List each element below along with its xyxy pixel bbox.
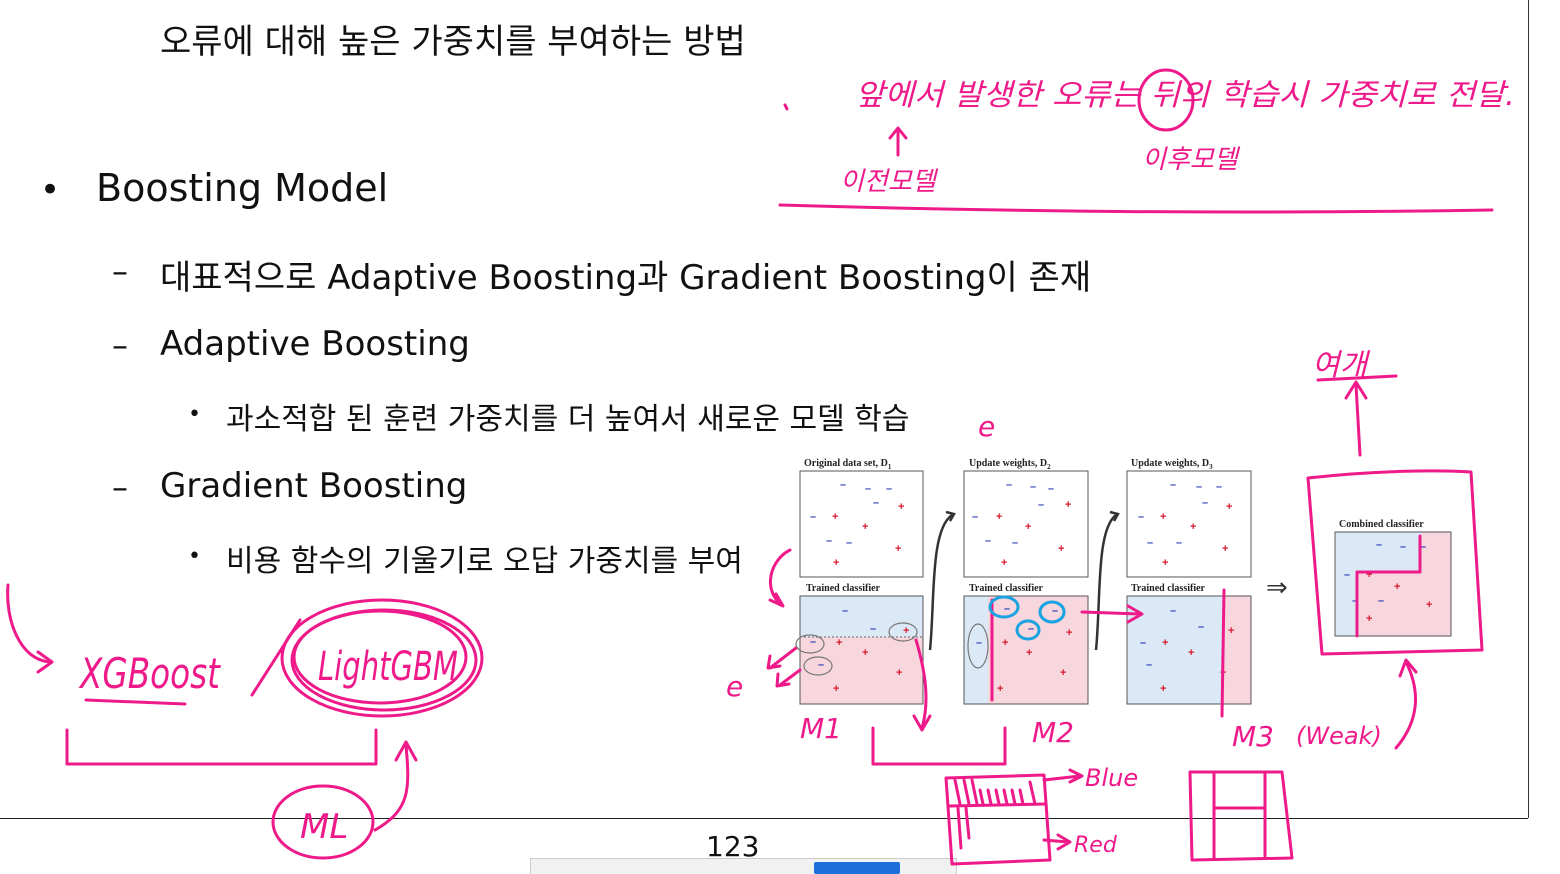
plus-marker: + bbox=[1366, 613, 1372, 625]
panel-arrow-1 bbox=[928, 513, 953, 651]
plus-marker: + bbox=[1228, 625, 1234, 637]
plus-marker: + bbox=[1066, 627, 1072, 639]
panel3-data-box bbox=[1126, 470, 1252, 578]
minus-marker: – bbox=[826, 535, 832, 547]
combine-arrow: ⇒ bbox=[1266, 573, 1288, 603]
plus-marker: + bbox=[1394, 581, 1400, 593]
plus-marker: + bbox=[832, 511, 838, 523]
minus-marker: – bbox=[1170, 479, 1176, 491]
plus-marker: + bbox=[896, 667, 902, 679]
combined-label: Combined classifier bbox=[1339, 519, 1424, 530]
minus-marker: – bbox=[1198, 621, 1204, 633]
minus-marker: – bbox=[1140, 637, 1146, 649]
note-ml: ML bbox=[300, 807, 348, 847]
minus-marker: – bbox=[818, 659, 824, 671]
minus-marker: – bbox=[810, 511, 816, 523]
panel3-trained-label: Trained classifier bbox=[1131, 583, 1206, 594]
plus-marker: + bbox=[1222, 543, 1228, 555]
minus-marker: – bbox=[846, 537, 852, 549]
minus-marker: – bbox=[1196, 481, 1202, 493]
minus-marker: – bbox=[873, 497, 879, 509]
top-note-prev-model: 이전모델 bbox=[840, 167, 939, 197]
minus-marker: – bbox=[1146, 659, 1152, 671]
plus-marker: + bbox=[1426, 599, 1432, 611]
plus-marker: + bbox=[1065, 499, 1071, 511]
minus-marker: – bbox=[1176, 537, 1182, 549]
minus-marker: – bbox=[1052, 605, 1058, 617]
note-xgboost: XGBoost bbox=[78, 649, 221, 698]
plus-marker: + bbox=[1162, 637, 1168, 649]
panel1-title: Original data set, D1 bbox=[804, 458, 892, 471]
panel3-title: Update weights, D3 bbox=[1131, 458, 1213, 471]
panel3-red-region bbox=[1223, 596, 1251, 704]
minus-marker: – bbox=[1006, 479, 1012, 491]
minus-marker: – bbox=[1376, 539, 1382, 551]
minus-marker: – bbox=[1147, 537, 1153, 549]
minus-marker: – bbox=[1030, 481, 1036, 493]
minus-marker: – bbox=[1378, 595, 1384, 607]
minus-marker: – bbox=[865, 483, 871, 495]
boosting-figure: Original data set, D1 Trained classifier… bbox=[799, 458, 1452, 705]
figure-and-annotations-layer: Original data set, D1 Trained classifier… bbox=[6, 68, 1515, 866]
panel2-title: Update weights, D2 bbox=[969, 458, 1051, 471]
minus-marker: – bbox=[840, 479, 846, 491]
minus-marker: – bbox=[1216, 481, 1222, 493]
plus-marker: + bbox=[862, 647, 868, 659]
minus-marker: – bbox=[1344, 569, 1350, 581]
plus-marker: + bbox=[898, 501, 904, 513]
minus-marker: – bbox=[976, 637, 982, 649]
note-weak: (Weak) bbox=[1296, 722, 1382, 750]
panel2-trained-label: Trained classifier bbox=[969, 583, 1044, 594]
plus-marker: + bbox=[895, 543, 901, 555]
top-note-next-model: 이후모델 bbox=[1142, 145, 1241, 175]
plus-marker: + bbox=[1060, 667, 1066, 679]
plus-marker: + bbox=[996, 511, 1002, 523]
plus-marker: + bbox=[1001, 557, 1007, 569]
plus-marker: + bbox=[1188, 647, 1194, 659]
panel-arrow-2 bbox=[1094, 514, 1117, 651]
plus-marker: + bbox=[833, 557, 839, 569]
top-note: 앞에서 발생한 오류는 뒤의 학습시 가중치로 전달. bbox=[855, 78, 1515, 113]
plus-marker: + bbox=[862, 521, 868, 533]
plus-marker: + bbox=[833, 683, 839, 695]
minus-marker: – bbox=[1038, 499, 1044, 511]
plus-marker: + bbox=[1058, 543, 1064, 555]
handwritten-text: 앞에서 발생한 오류는 뒤의 학습시 가중치로 전달. 이전모델 이후모델 XG… bbox=[78, 78, 1515, 858]
plus-marker: + bbox=[1226, 501, 1232, 513]
plus-marker: + bbox=[1162, 557, 1168, 569]
note-blue: Blue bbox=[1085, 764, 1138, 792]
note-m1: M1 bbox=[800, 712, 842, 745]
note-e-top: e bbox=[978, 410, 995, 443]
minus-marker: – bbox=[886, 483, 892, 495]
plus-marker: + bbox=[1026, 647, 1032, 659]
plus-marker: + bbox=[1002, 637, 1008, 649]
minus-marker: – bbox=[1012, 537, 1018, 549]
minus-marker: – bbox=[1028, 623, 1034, 635]
minus-marker: – bbox=[870, 623, 876, 635]
minus-marker: – bbox=[972, 511, 978, 523]
minus-marker: – bbox=[842, 605, 848, 617]
plus-marker: + bbox=[1025, 521, 1031, 533]
minus-marker: – bbox=[1170, 605, 1176, 617]
note-m3: M3 bbox=[1232, 720, 1274, 753]
plus-marker: + bbox=[1190, 521, 1196, 533]
plus-marker: + bbox=[836, 637, 842, 649]
plus-marker: + bbox=[903, 625, 909, 637]
note-lightgbm: LightGBM bbox=[318, 644, 458, 690]
minus-marker: – bbox=[810, 636, 816, 648]
note-e-left: e bbox=[726, 670, 743, 703]
note-red: Red bbox=[1074, 833, 1118, 858]
minus-marker: – bbox=[985, 535, 991, 547]
note-strong: 여개 bbox=[1312, 348, 1371, 383]
note-m2: M2 bbox=[1032, 716, 1074, 749]
plus-marker: + bbox=[1160, 511, 1166, 523]
minus-marker: – bbox=[1400, 541, 1406, 553]
plus-marker: + bbox=[997, 683, 1003, 695]
minus-marker: – bbox=[1004, 603, 1010, 615]
plus-marker: + bbox=[1160, 683, 1166, 695]
minus-marker: – bbox=[1202, 497, 1208, 509]
panel1-trained-label: Trained classifier bbox=[806, 583, 881, 594]
minus-marker: – bbox=[1138, 511, 1144, 523]
minus-marker: – bbox=[1048, 483, 1054, 495]
